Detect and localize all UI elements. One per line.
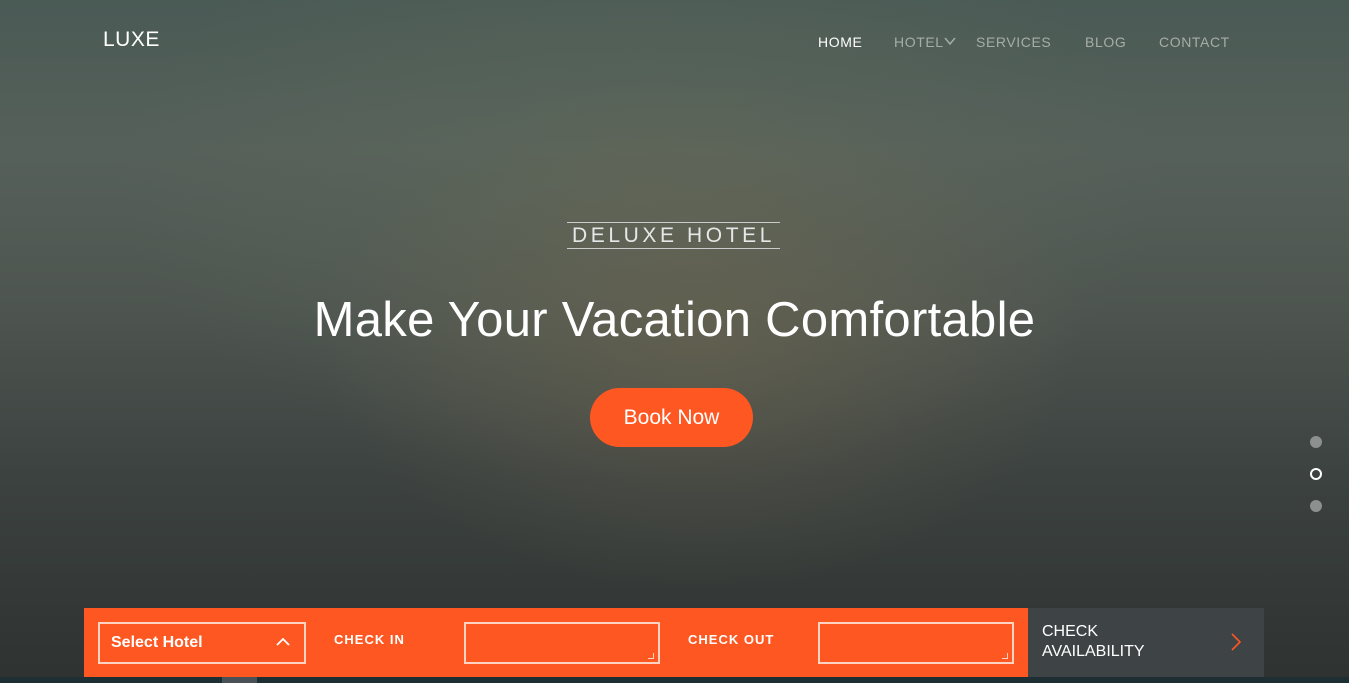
chevron-up-icon — [276, 637, 290, 646]
select-hotel-label: Select Hotel — [111, 634, 203, 651]
nav-item-home[interactable]: HOME — [818, 34, 862, 50]
hero-section: LUXE HOME HOTEL SERVICES BLOG CONTACT DE… — [0, 0, 1349, 683]
check-in-input[interactable] — [464, 622, 660, 664]
check-out-input[interactable] — [818, 622, 1014, 664]
slider-dot-3[interactable] — [1310, 500, 1322, 512]
select-hotel-dropdown[interactable]: Select Hotel — [98, 622, 306, 664]
chevron-down-icon[interactable] — [944, 35, 956, 47]
nav-item-contact[interactable]: CONTACT — [1159, 34, 1230, 50]
nav-item-services[interactable]: SERVICES — [976, 34, 1051, 50]
slider-dot-2-active[interactable] — [1310, 468, 1322, 480]
check-out-label: CHECK OUT — [688, 632, 775, 647]
bottom-strip — [0, 677, 1349, 683]
resize-grip-icon — [648, 653, 654, 659]
resize-grip-icon — [1002, 653, 1008, 659]
booking-form: Select Hotel CHECK IN CHECK OUT — [84, 608, 1028, 677]
check-availability-label: CHECK AVAILABILITY — [1042, 622, 1182, 662]
slider-dot-1[interactable] — [1310, 436, 1322, 448]
nav-item-hotel[interactable]: HOTEL — [894, 34, 944, 50]
check-availability-button[interactable]: CHECK AVAILABILITY — [1028, 608, 1264, 677]
chevron-right-icon — [1231, 633, 1242, 651]
nav-item-blog[interactable]: BLOG — [1085, 34, 1126, 50]
check-availability-line2: AVAILABILITY — [1042, 643, 1145, 660]
check-availability-line1: CHECK — [1042, 623, 1099, 640]
hero-kicker: DELUXE HOTEL — [567, 222, 780, 249]
check-in-label: CHECK IN — [334, 632, 405, 647]
bottom-tab — [222, 677, 257, 683]
book-now-button[interactable]: Book Now — [590, 388, 753, 447]
hero-headline: Make Your Vacation Comfortable — [313, 293, 1036, 347]
main-nav: HOME HOTEL SERVICES BLOG CONTACT — [0, 34, 1349, 54]
